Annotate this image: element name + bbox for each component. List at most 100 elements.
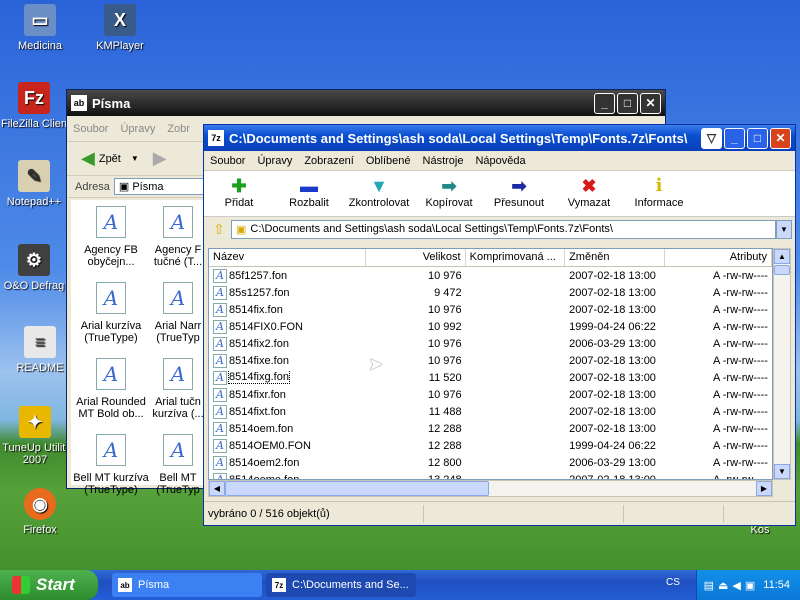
desktop-icon-label: Notepad++ xyxy=(6,196,62,208)
table-row[interactable]: A 8514fixr.fon 10 976 2007-02-18 13:00 A -rw… xyxy=(209,386,772,403)
back-arrow-icon[interactable]: ◀ xyxy=(81,148,95,169)
desktop-icon-medicina[interactable]: ▭ Medicina xyxy=(0,4,80,52)
menu-help[interactable]: Nápověda xyxy=(469,155,531,167)
delete-button[interactable]: ✖ Vymazat xyxy=(554,171,624,216)
font-file-tile[interactable]: A Arial tučn kurzíva (... xyxy=(147,358,209,420)
scroll-right-arrow[interactable]: ▶ xyxy=(756,481,772,496)
cell-name: A 85s1257.fon xyxy=(209,285,366,300)
column-size[interactable]: Velikost xyxy=(366,249,466,266)
table-row[interactable]: A 8514OEM0.FON 12 288 1999-04-24 06:22 A -rw… xyxy=(209,437,772,454)
desktop-icon-defrag[interactable]: ⚙ O&O Defrag xyxy=(0,244,68,292)
volume-icon[interactable]: ◀ xyxy=(732,579,740,592)
desktop-icon-notepad[interactable]: ✎ Notepad++ xyxy=(0,160,68,208)
sevenzip-titlebar[interactable]: 7z C:\Documents and Settings\ash soda\Lo… xyxy=(204,125,795,151)
font-file-tile[interactable]: A Bell MT (TrueTyp xyxy=(147,434,209,496)
tool-label: Zkontrolovat xyxy=(348,197,410,209)
menu-view[interactable]: Zobr xyxy=(161,123,196,135)
path-combobox[interactable]: ▣ C:\Documents and Settings\ash soda\Loc… xyxy=(231,219,776,239)
table-row[interactable]: A 85s1257.fon 9 472 2007-02-18 13:00 A -rw-r… xyxy=(209,284,772,301)
font-file-tile[interactable]: A Agency FB obyčejn... xyxy=(71,206,151,268)
column-modified[interactable]: Změněn xyxy=(565,249,665,266)
forward-arrow-icon[interactable]: ▶ xyxy=(153,148,167,169)
sevenzip-window[interactable]: 7z C:\Documents and Settings\ash soda\Lo… xyxy=(203,124,796,526)
font-file-tile[interactable]: A Arial kurzíva (TrueType) xyxy=(71,282,151,344)
cell-attributes: A -rw-rw---- xyxy=(712,337,768,350)
monitor-icon[interactable]: ▣ xyxy=(745,579,755,592)
language-indicator[interactable]: CS xyxy=(666,577,682,593)
copy-button[interactable]: ➡ Kopírovat xyxy=(414,171,484,216)
test-button[interactable]: ▼ Zkontrolovat xyxy=(344,171,414,216)
close-button[interactable]: ✕ xyxy=(770,127,791,149)
menu-file[interactable]: Soubor xyxy=(204,155,251,167)
menu-tools[interactable]: Nástroje xyxy=(417,155,470,167)
table-row[interactable]: A 8514FIX0.FON 10 992 1999-04-24 06:22 A -rw… xyxy=(209,318,772,335)
table-row[interactable]: A 8514oem.fon 12 288 2007-02-18 13:00 A -rw-… xyxy=(209,420,772,437)
font-file-icon: A xyxy=(213,472,227,479)
start-button[interactable]: Start xyxy=(0,570,98,600)
desktop-icon-tuneup[interactable]: ✦ TuneUp Utiliti 2007 xyxy=(0,406,70,466)
taskbar-item-sevenzip[interactable]: 7z C:\Documents and Se... xyxy=(266,573,416,597)
column-attributes[interactable]: Atributy xyxy=(665,249,772,266)
vertical-scroll-thumb[interactable] xyxy=(774,265,790,275)
scroll-up-arrow[interactable]: ▲ xyxy=(774,249,790,264)
desktop-icon-kmplayer[interactable]: X KMPlayer xyxy=(80,4,160,52)
horizontal-scrollbar[interactable]: ◀ ▶ xyxy=(208,480,773,497)
sevenzip-toolbar: ✚ Přidat ▬ Rozbalit ▼ Zkontrolovat ➡ Kopírov… xyxy=(204,171,795,217)
close-button[interactable]: ✕ xyxy=(640,92,661,114)
scroll-left-arrow[interactable]: ◀ xyxy=(209,481,225,496)
font-file-tile[interactable]: A Agency F tučné (T... xyxy=(147,206,209,268)
add-button[interactable]: ✚ Přidat xyxy=(204,171,274,216)
dropdown-arrow-icon[interactable]: ▼ xyxy=(131,154,139,163)
info-button[interactable]: i Informace xyxy=(624,171,694,216)
vertical-scrollbar[interactable]: ▲ ▼ xyxy=(773,248,791,480)
desktop-icon-filezilla[interactable]: Fz FileZilla Clien xyxy=(0,82,68,130)
menu-edit[interactable]: Úpravy xyxy=(251,155,298,167)
font-file-icon: A xyxy=(213,336,227,351)
address-field[interactable]: ▣ Písma xyxy=(113,178,204,195)
file-list[interactable]: Název Velikost Komprimovaná ... Změněn A… xyxy=(208,248,773,480)
table-row[interactable]: A 8514oem2.fon 12 800 2006-03-29 13:00 A -rw… xyxy=(209,454,772,471)
menu-view[interactable]: Zobrazení xyxy=(298,155,360,167)
fonts-window-titlebar[interactable]: ab Písma _ □ ✕ xyxy=(67,90,665,116)
table-row[interactable]: A 85f1257.fon 10 976 2007-02-18 13:00 A -rw-… xyxy=(209,267,772,284)
font-file-tile[interactable]: A Bell MT kurzíva (TrueType) xyxy=(71,434,151,496)
column-name[interactable]: Název xyxy=(209,249,367,266)
minimize-button[interactable]: _ xyxy=(594,92,615,114)
horizontal-scroll-thumb[interactable] xyxy=(225,481,489,496)
table-row[interactable]: A 8514fixg.fon 11 520 2007-02-18 13:00 A -rw… xyxy=(209,369,772,386)
back-button[interactable]: Zpět xyxy=(99,153,121,165)
cell-modified: 2007-02-18 13:00 xyxy=(569,371,656,384)
maximize-button[interactable]: □ xyxy=(747,127,768,149)
desktop-icon-firefox[interactable]: ◉ Firefox xyxy=(0,488,80,536)
file-label: Arial tučn xyxy=(155,396,201,408)
desktop-icon-label: Medicina xyxy=(17,40,63,52)
maximize-button[interactable]: □ xyxy=(617,92,638,114)
folder-up-icon[interactable]: ⇧ xyxy=(207,221,231,238)
network-icon[interactable]: ▤ xyxy=(704,579,714,592)
file-name: 85s1257.fon xyxy=(229,286,290,299)
file-name: 8514OEM0.FON xyxy=(229,439,311,452)
taskbar-item-fonts[interactable]: ab Písma xyxy=(112,573,262,597)
menu-edit[interactable]: Úpravy xyxy=(114,123,161,135)
table-row[interactable]: A 8514fix.fon 10 976 2007-02-18 13:00 A -rw-… xyxy=(209,301,772,318)
menu-file[interactable]: Soubor xyxy=(67,123,114,135)
move-button[interactable]: ➡ Přesunout xyxy=(484,171,554,216)
eject-icon[interactable]: ⏏ xyxy=(718,579,728,592)
file-label: tučné (T... xyxy=(153,256,203,268)
menu-favorites[interactable]: Oblíbené xyxy=(360,155,417,167)
roll-up-button[interactable]: ▽ xyxy=(701,127,722,149)
extract-button[interactable]: ▬ Rozbalit xyxy=(274,171,344,216)
minimize-button[interactable]: _ xyxy=(724,127,745,149)
desktop-icon-label: FileZilla Clien xyxy=(0,118,68,130)
scroll-down-arrow[interactable]: ▼ xyxy=(774,464,790,479)
cell-modified: 2006-03-29 13:00 xyxy=(569,337,656,350)
chevron-down-icon[interactable]: ▼ xyxy=(776,219,792,239)
table-row[interactable]: A 8514oeme.fon 13 248 2007-02-18 13:00 A -rw… xyxy=(209,471,772,479)
column-packed-size[interactable]: Komprimovaná ... xyxy=(466,249,566,266)
table-row[interactable]: A 8514fix2.fon 10 976 2006-03-29 13:00 A -rw… xyxy=(209,335,772,352)
table-row[interactable]: A 8514fixe.fon 10 976 2007-02-18 13:00 A -rw… xyxy=(209,352,772,369)
font-file-tile[interactable]: A Arial Narr (TrueTyp xyxy=(147,282,209,344)
table-row[interactable]: A 8514fixt.fon 11 488 2007-02-18 13:00 A -rw… xyxy=(209,403,772,420)
selection-status: vybráno 0 / 516 objekt(ů) xyxy=(204,504,424,523)
font-file-tile[interactable]: A Arial Rounded MT Bold ob... xyxy=(71,358,151,420)
